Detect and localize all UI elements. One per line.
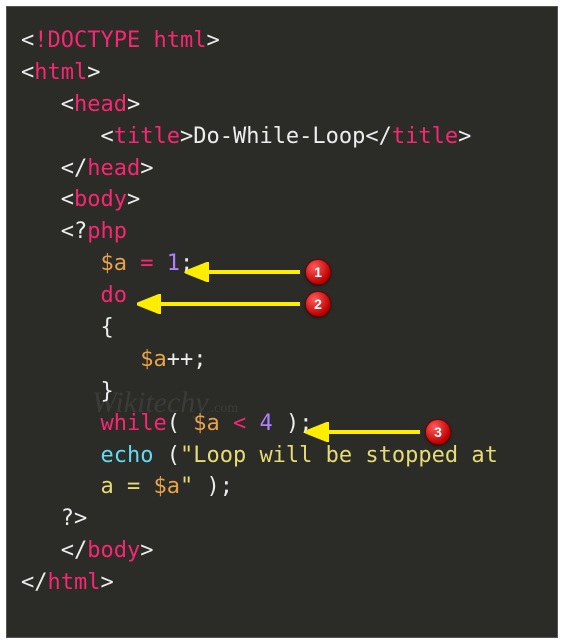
line-lbrace: { — [21, 315, 114, 340]
line-rbrace: } — [21, 379, 114, 404]
code-editor: Wikitechy.com <!DOCTYPE html> <html> <he… — [6, 6, 558, 638]
badge-2: 2 — [305, 291, 331, 317]
line-html-open: <html> — [21, 60, 100, 85]
badge-3: 3 — [425, 419, 451, 445]
line-echo: echo ("Loop will be stopped at — [21, 443, 511, 468]
line-inc: $a++; — [21, 347, 206, 372]
line-head-open: <head> — [21, 92, 140, 117]
line-body-open: <body> — [21, 187, 140, 212]
line-echo2: a = $a" ); — [21, 474, 233, 499]
line-while: while( $a < 4 ); — [21, 411, 312, 436]
line-php-close: ?> — [21, 506, 87, 531]
line-body-close: </body> — [21, 538, 153, 563]
code-block: <!DOCTYPE html> <html> <head> <title>Do-… — [21, 25, 547, 599]
line-title: <title>Do-While-Loop</title> — [21, 124, 471, 149]
line-assign: $a = 1; — [21, 251, 193, 276]
badge-1: 1 — [305, 259, 331, 285]
line-html-close: </html> — [21, 570, 114, 595]
line-php-open: <?php — [21, 219, 127, 244]
line-head-close: </head> — [21, 156, 153, 181]
line-doctype: <!DOCTYPE html> — [21, 28, 220, 53]
line-do: do — [21, 283, 127, 308]
